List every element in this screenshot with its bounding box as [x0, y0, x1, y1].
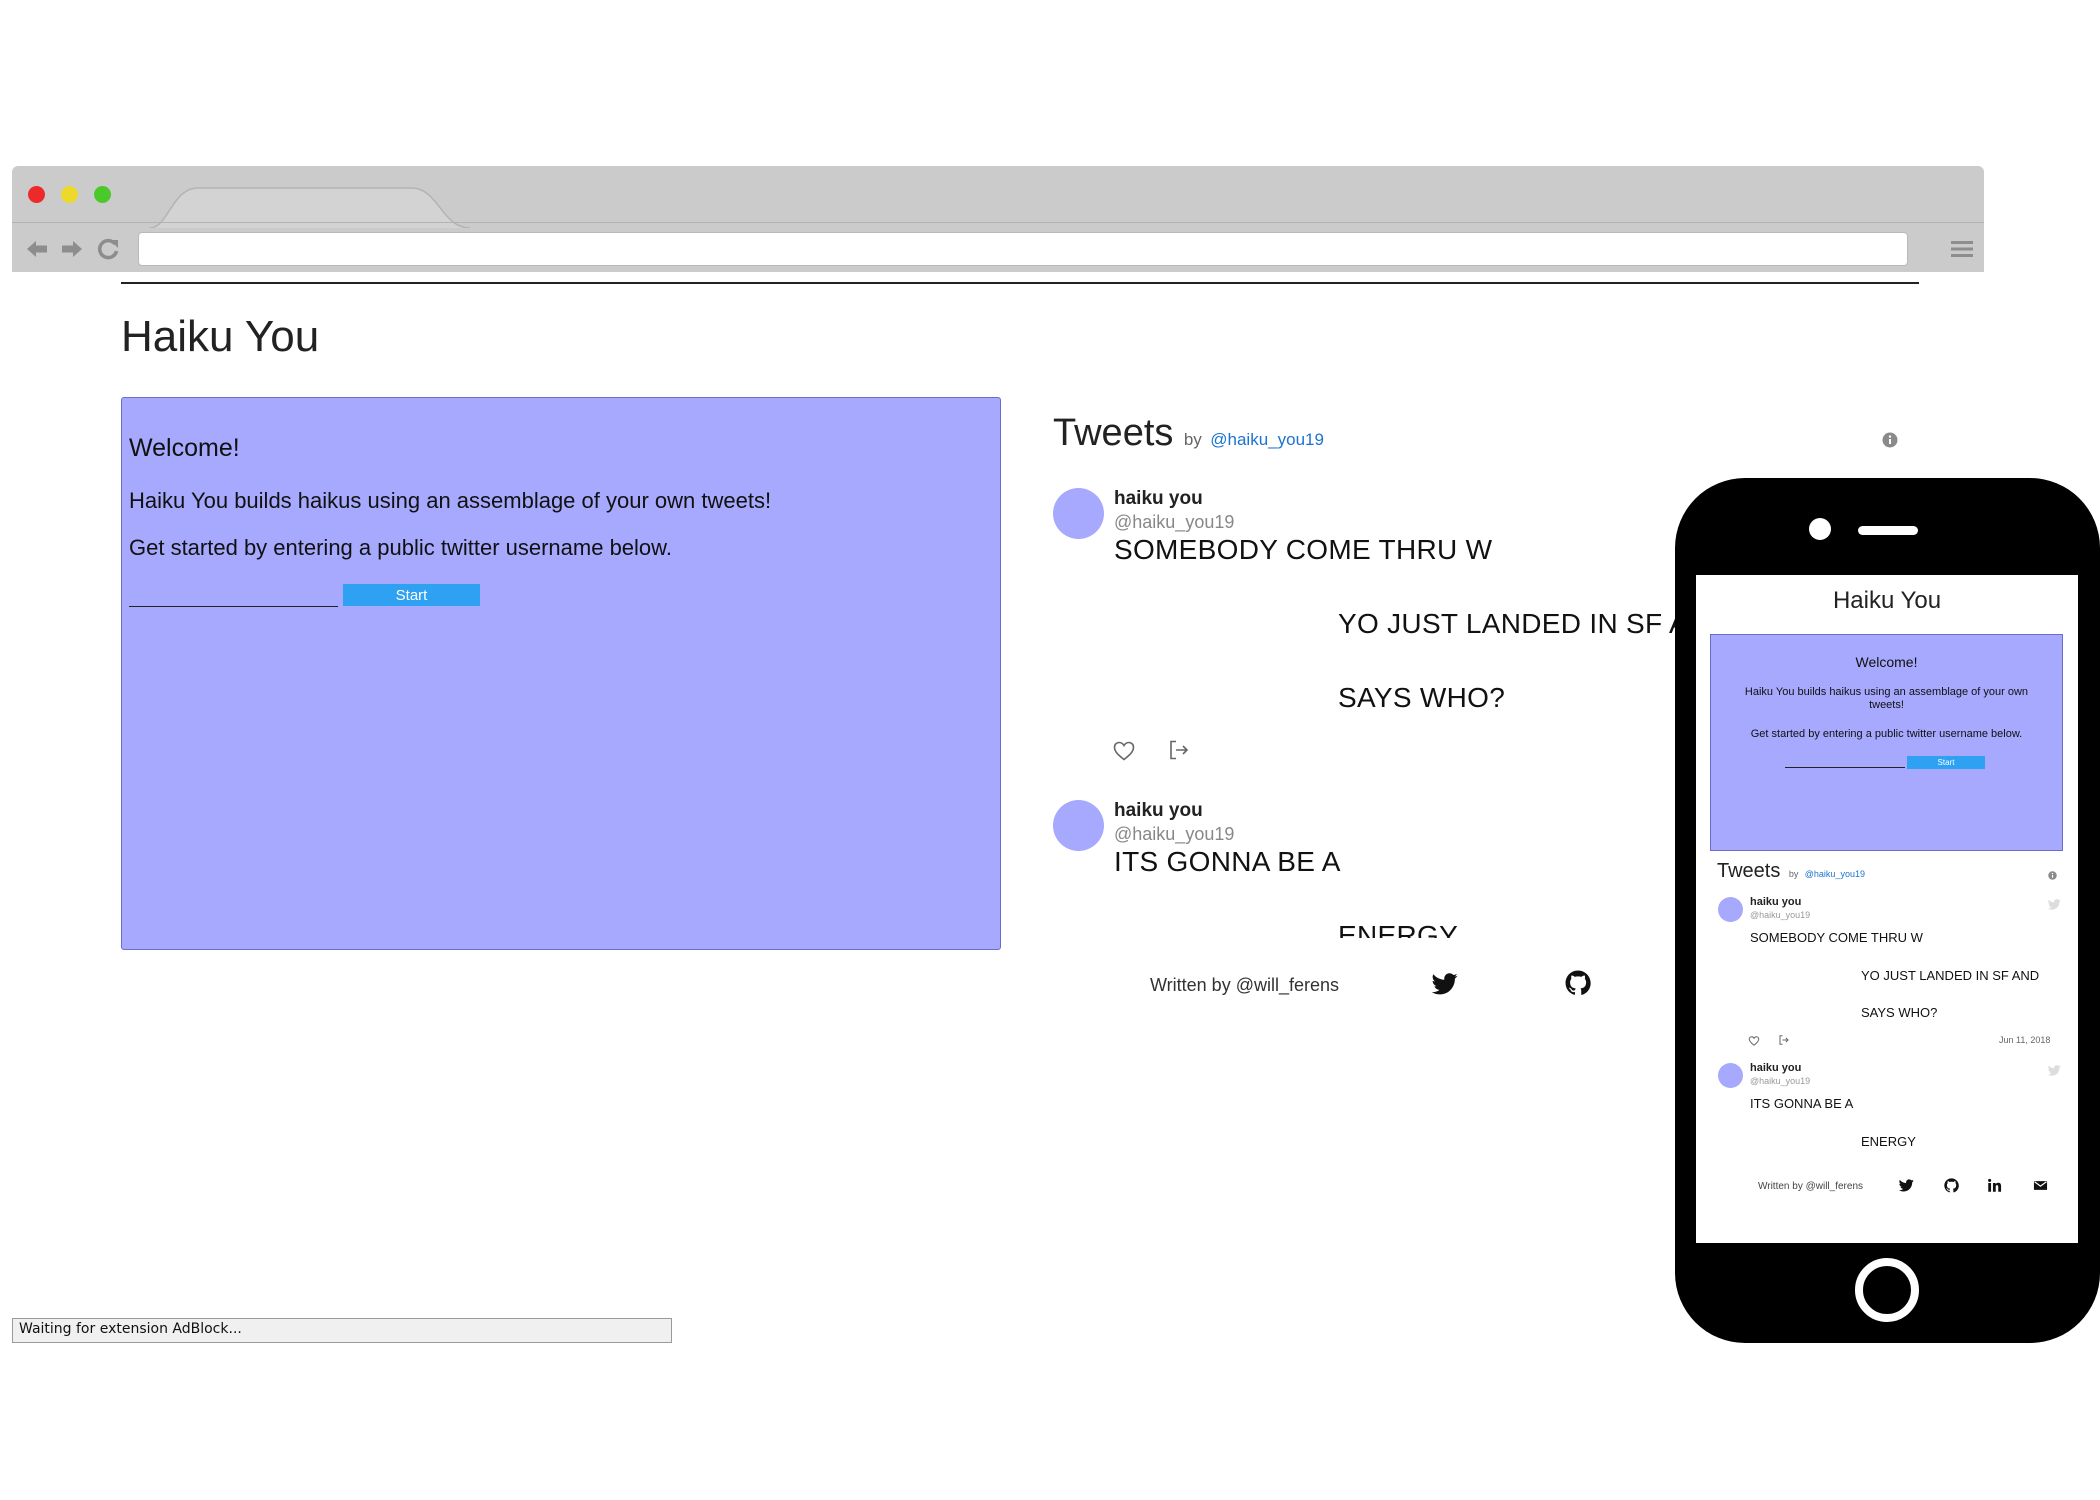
mobile-footer-credit: Written by @will_ferens — [1758, 1181, 1863, 1192]
mobile-welcome-panel: Welcome! Haiku You builds haikus using a… — [1710, 634, 2063, 851]
mobile-welcome-instructions: Get started by entering a public twitter… — [1750, 728, 2023, 740]
github-icon[interactable] — [1565, 970, 1591, 996]
phone-mockup: Haiku You Welcome! Haiku You builds haik… — [1675, 478, 2100, 1343]
phone-home-button[interactable] — [1855, 1258, 1919, 1322]
phone-camera — [1809, 518, 1831, 540]
mobile-start-button[interactable]: Start — [1907, 756, 1985, 769]
tweets-heading: Tweets by @haiku_you19 — [1053, 412, 1324, 455]
share-icon[interactable] — [1167, 738, 1191, 762]
tweet-card: haiku you @haiku_you19 ITS GONNA BE A EN… — [1050, 790, 1690, 938]
mobile-tweet-author-name[interactable]: haiku you — [1750, 896, 1801, 908]
page-top-rule — [121, 282, 1919, 284]
toolbar-divider — [12, 222, 1984, 223]
tweets-handle-link[interactable]: @haiku_you19 — [1210, 430, 1324, 449]
hamburger-menu-icon[interactable] — [1950, 238, 1974, 260]
welcome-instructions: Get started by entering a public twitter… — [129, 535, 672, 560]
mobile-like-heart-icon[interactable] — [1748, 1035, 1760, 1047]
mobile-tweet-twitter-icon[interactable] — [2048, 1065, 2061, 1076]
mobile-tweet-author-handle[interactable]: @haiku_you19 — [1750, 910, 1810, 920]
mobile-tweet-avatar[interactable] — [1718, 897, 1743, 922]
welcome-heading: Welcome! — [129, 434, 240, 462]
mobile-tweet-date[interactable]: Jun 11, 2018 — [1999, 1035, 2050, 1045]
mobile-tweet-author-handle[interactable]: @haiku_you19 — [1750, 1076, 1810, 1086]
tweet-avatar[interactable] — [1053, 800, 1104, 851]
tweets-timeline[interactable]: haiku you @haiku_you19 SOMEBODY COME THR… — [1050, 478, 1690, 938]
mobile-haiku-line: YO JUST LANDED IN SF AND — [1861, 968, 2040, 983]
welcome-panel: Welcome! Haiku You builds haikus using a… — [121, 397, 1001, 950]
browser-status-bar: Waiting for extension AdBlock... — [12, 1318, 672, 1343]
mail-icon[interactable] — [2033, 1178, 2048, 1193]
mobile-username-input[interactable] — [1785, 756, 1905, 768]
app-title: Haiku You — [121, 312, 320, 361]
tweet-author-name[interactable]: haiku you — [1114, 488, 1203, 510]
mobile-welcome-heading: Welcome! — [1855, 654, 1918, 670]
tweet-author-name[interactable]: haiku you — [1114, 800, 1203, 822]
mobile-tweet-author-name[interactable]: haiku you — [1750, 1062, 1801, 1074]
forward-arrow-icon[interactable] — [59, 236, 85, 262]
mobile-tweets-heading: Tweets by @haiku_you19 — [1717, 860, 1865, 883]
phone-speaker — [1858, 526, 1918, 535]
like-heart-icon[interactable] — [1112, 739, 1136, 763]
tweets-by-label: by — [1183, 430, 1202, 449]
mobile-tweet-avatar[interactable] — [1718, 1063, 1743, 1088]
window-minimize-button[interactable] — [61, 186, 78, 203]
mobile-haiku-line: ENERGY — [1861, 1134, 1916, 1149]
github-icon[interactable] — [1944, 1178, 1959, 1193]
window-maximize-button[interactable] — [94, 186, 111, 203]
address-bar[interactable] — [138, 232, 1908, 266]
haiku-line: SAYS WHO? — [1338, 682, 1506, 713]
mobile-haiku-line: ITS GONNA BE A — [1750, 1096, 1854, 1111]
mobile-welcome-description: Haiku You builds haikus using an assembl… — [1744, 686, 2029, 711]
mobile-tweets-handle-link[interactable]: @haiku_you19 — [1805, 869, 1865, 879]
tweet-author-handle[interactable]: @haiku_you19 — [1114, 512, 1234, 533]
mobile-tweets-by-label: by — [1788, 869, 1799, 879]
footer-credit: Written by @will_ferens — [1150, 975, 1339, 995]
back-arrow-icon[interactable] — [24, 236, 50, 262]
tweet-card: haiku you @haiku_you19 SOMEBODY COME THR… — [1050, 478, 1690, 778]
haiku-line: ITS GONNA BE A — [1114, 846, 1341, 877]
haiku-line: YO JUST LANDED IN SF A — [1338, 608, 1688, 639]
haiku-line: SOMEBODY COME THRU W — [1114, 534, 1493, 565]
reload-icon[interactable] — [95, 236, 121, 262]
info-icon[interactable] — [1882, 432, 1898, 448]
start-button[interactable]: Start — [343, 584, 480, 606]
phone-screen: Haiku You Welcome! Haiku You builds haik… — [1696, 575, 2078, 1243]
haiku-line: ENERGY — [1338, 920, 1459, 938]
tweet-avatar[interactable] — [1053, 488, 1104, 539]
username-input[interactable] — [129, 583, 338, 607]
twitter-icon[interactable] — [1899, 1178, 1914, 1193]
mobile-share-icon[interactable] — [1778, 1034, 1790, 1046]
mobile-app-title: Haiku You — [1832, 587, 1942, 614]
mobile-tweets-title: Tweets — [1717, 860, 1781, 882]
mobile-haiku-line: SAYS WHO? — [1861, 1005, 1938, 1020]
twitter-icon[interactable] — [1432, 973, 1458, 995]
tweet-author-handle[interactable]: @haiku_you19 — [1114, 824, 1234, 845]
mobile-info-icon[interactable] — [2048, 871, 2057, 880]
welcome-description: Haiku You builds haikus using an assembl… — [129, 488, 772, 513]
browser-chrome — [12, 166, 1984, 272]
window-close-button[interactable] — [28, 186, 45, 203]
tweets-title: Tweets — [1053, 412, 1174, 454]
mobile-haiku-line: SOMEBODY COME THRU W — [1750, 930, 1923, 945]
mobile-tweet-twitter-icon[interactable] — [2048, 899, 2061, 910]
linkedin-icon[interactable] — [1987, 1178, 2002, 1193]
